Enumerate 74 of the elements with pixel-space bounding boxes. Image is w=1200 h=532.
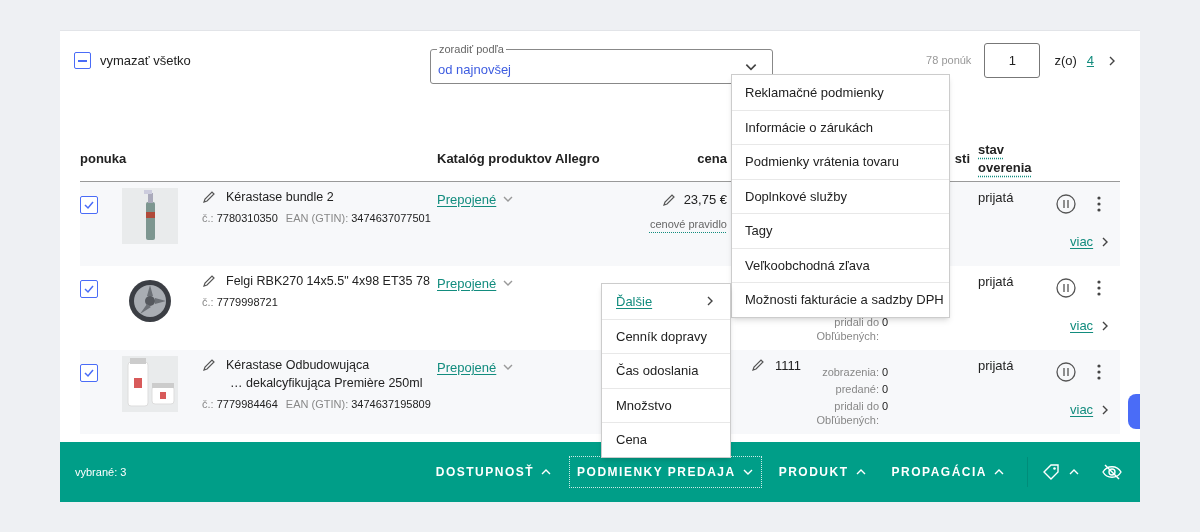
pause-icon[interactable] — [1056, 278, 1076, 298]
check-icon — [83, 199, 95, 211]
pencil-icon[interactable] — [661, 192, 676, 207]
more-options-icon[interactable] — [1097, 364, 1101, 380]
offer-count: 78 ponúk — [926, 53, 972, 69]
product-name: Felgi RBK270 14x5.5" 4x98 ET35 78 — [226, 273, 430, 290]
column-header: Katalóg produktov Allegro — [437, 149, 597, 168]
catalog-link[interactable]: Prepojené — [437, 358, 497, 378]
stat-value: 0 — [882, 315, 890, 330]
more-link[interactable]: viac — [1070, 400, 1094, 420]
menu-item[interactable]: Informácie o zárukách — [732, 109, 949, 144]
clear-all-checkbox[interactable]: vymazať všetko — [74, 51, 191, 71]
toolbar-tab[interactable]: PROPAGÁCIA — [883, 456, 1013, 488]
hide-icon[interactable] — [1102, 464, 1122, 480]
page-link[interactable]: 4 — [1086, 50, 1094, 71]
stat-label: zobrazenia: — [821, 365, 879, 379]
menu-item[interactable]: Tagy — [732, 213, 949, 248]
column-header: cena — [696, 149, 728, 168]
column-header: ponuka — [80, 149, 128, 168]
check-icon — [83, 367, 95, 379]
stat-value: 0 — [882, 365, 890, 379]
menu-item[interactable]: Veľkoobchodná zľava — [732, 247, 949, 282]
pause-icon[interactable] — [1056, 194, 1076, 214]
toolbar-tab[interactable]: DOSTUPNOSŤ — [427, 456, 561, 488]
tag-icon — [1042, 463, 1060, 481]
row-checkbox[interactable] — [80, 364, 98, 382]
product-name: Kérastase bundle 2 — [226, 189, 334, 206]
menu-item[interactable]: Množstvo — [602, 387, 730, 422]
pencil-icon[interactable] — [751, 358, 765, 372]
pencil-icon[interactable] — [202, 274, 216, 288]
offer-number: č.: 7779984464 — [202, 397, 278, 412]
page-of-label: z(o) — [1054, 51, 1077, 70]
row-checkbox[interactable] — [80, 196, 98, 214]
stat-value: 0 — [882, 382, 890, 396]
more-link[interactable]: viac — [1070, 232, 1094, 252]
menu-item[interactable]: Cena — [602, 422, 730, 457]
stat-label: pridali do Obľúbených: — [815, 315, 879, 343]
submenu-link[interactable]: Ďalšie — [616, 291, 653, 311]
pencil-icon[interactable] — [202, 190, 216, 204]
menu-item[interactable]: Cenník dopravy — [602, 318, 730, 353]
stat-label: predané: — [834, 382, 879, 396]
more-link[interactable]: viac — [1070, 316, 1094, 336]
selected-count: vybrané: 3 — [75, 464, 127, 480]
column-header: stav overenia — [978, 141, 1032, 175]
page-input[interactable]: 1 — [984, 43, 1041, 78]
status-text: prijatá — [978, 189, 1015, 207]
offer-number: č.: 7779998721 — [202, 295, 278, 310]
stat-value: 0 — [882, 399, 890, 414]
check-icon — [83, 283, 95, 295]
ean-number: EAN (GTIN): 3474637077501 — [285, 211, 431, 226]
menu-item[interactable]: Možnosti fakturácie a sadzby DPH — [732, 282, 949, 317]
more-options-icon[interactable] — [1097, 280, 1101, 296]
pause-icon[interactable] — [1056, 362, 1076, 382]
toolbar-tab[interactable]: PRODUKT — [770, 456, 875, 488]
menu-item[interactable]: Podmienky vrátenia tovaru — [732, 144, 949, 179]
catalog-link[interactable]: Prepojené — [437, 190, 497, 210]
price: 23,75 € — [683, 191, 727, 209]
ean-number: EAN (GTIN): 3474637195809 — [285, 397, 431, 412]
menu-item[interactable]: Doplnkové služby — [732, 178, 949, 213]
status-text: prijatá — [978, 273, 1015, 291]
row-checkbox[interactable] — [80, 280, 98, 298]
catalog-link[interactable]: Prepojené — [437, 274, 497, 294]
stat-label: pridali do Obľúbených: — [815, 399, 879, 427]
pencil-icon[interactable] — [202, 358, 216, 372]
quantity: 1111 — [775, 357, 802, 375]
column-header: sti — [954, 149, 970, 168]
status-text: prijatá — [978, 357, 1015, 375]
menu-item[interactable]: Čas odoslania — [602, 353, 730, 388]
offer-number: č.: 7780310350 — [202, 211, 278, 226]
side-tab[interactable] — [1128, 394, 1140, 429]
more-options-icon[interactable] — [1097, 196, 1101, 212]
price-rule-link[interactable]: cenové pravidlo — [649, 215, 727, 232]
tag-menu-button[interactable] — [1042, 463, 1080, 481]
product-name: Kérastase Odbudowująca … dekalcyfikująca Première 250ml — [226, 357, 423, 392]
